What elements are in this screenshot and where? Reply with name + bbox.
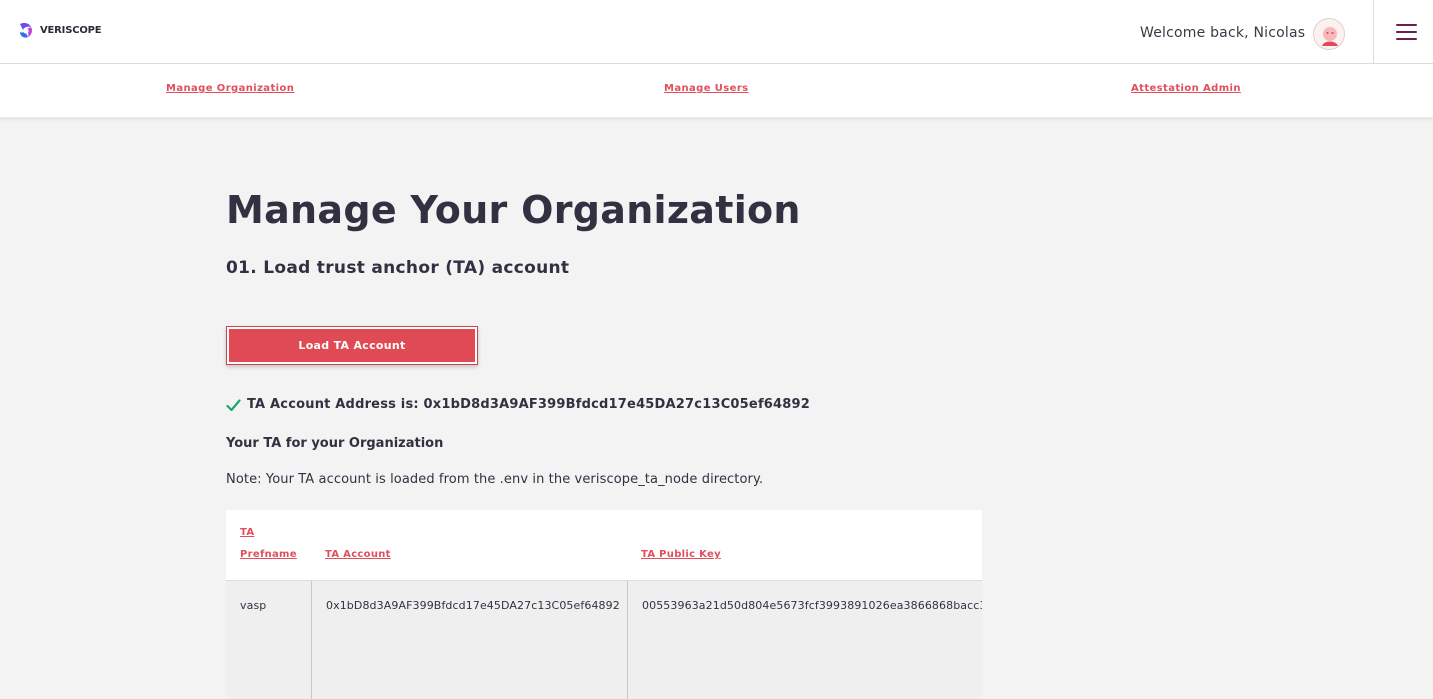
column-header-account[interactable]: TA Account	[325, 544, 391, 566]
column-header-prefname-line2: Prefname	[240, 549, 297, 560]
logo-text: VERISCOPE	[40, 24, 102, 36]
column-header-prefname-line1: TA	[240, 527, 255, 538]
column-divider	[311, 581, 312, 699]
step-title: 01. Load trust anchor (TA) account	[226, 258, 570, 278]
logo[interactable]: VERISCOPE	[17, 19, 102, 41]
column-header-public-key[interactable]: TA Public Key	[641, 544, 721, 566]
menu-bar	[1396, 24, 1417, 26]
table-header: TA Prefname TA Account TA Public Key	[226, 510, 982, 580]
avatar[interactable]	[1313, 18, 1345, 50]
column-divider	[627, 581, 628, 699]
cell-account: 0x1bD8d3A9AF399Bfdcd17e45DA27c13C05ef648…	[326, 599, 620, 612]
sub-navigation: Manage Organization Manage Users Attesta…	[0, 64, 1433, 118]
ta-address-status: TA Account Address is: 0x1bD8d3A9AF399Bf…	[226, 396, 810, 413]
load-ta-account-label: Load TA Account	[229, 329, 475, 362]
hamburger-menu-button[interactable]	[1396, 24, 1417, 41]
nav-manage-organization[interactable]: Manage Organization	[166, 83, 294, 94]
column-header-prefname[interactable]: TA Prefname	[240, 522, 297, 566]
checkmark-icon	[226, 399, 241, 412]
menu-bar	[1396, 31, 1417, 33]
load-ta-account-button[interactable]: Load TA Account	[226, 326, 478, 365]
menu-bar	[1396, 38, 1417, 40]
org-ta-subtitle: Your TA for your Organization	[226, 436, 444, 451]
table-row: vasp 0x1bD8d3A9AF399Bfdcd17e45DA27c13C05…	[226, 580, 982, 699]
header-divider	[1373, 0, 1374, 64]
cell-public-key: 00553963a21d50d804e5673fcf3993891026ea38…	[642, 599, 982, 612]
welcome-text: Welcome back, Nicolas	[1140, 25, 1306, 41]
ta-table: TA Prefname TA Account TA Public Key vas…	[226, 510, 982, 699]
ta-address-text: TA Account Address is: 0x1bD8d3A9AF399Bf…	[247, 397, 811, 412]
veriscope-logo-icon	[20, 23, 32, 38]
page-title: Manage Your Organization	[226, 188, 801, 232]
nav-manage-users[interactable]: Manage Users	[664, 83, 749, 94]
top-bar: VERISCOPE Welcome back, Nicolas	[0, 0, 1433, 64]
ta-note: Note: Your TA account is loaded from the…	[226, 472, 764, 487]
avatar-icon	[1314, 19, 1344, 49]
cell-prefname: vasp	[240, 599, 267, 612]
nav-attestation-admin[interactable]: Attestation Admin	[1131, 83, 1241, 94]
